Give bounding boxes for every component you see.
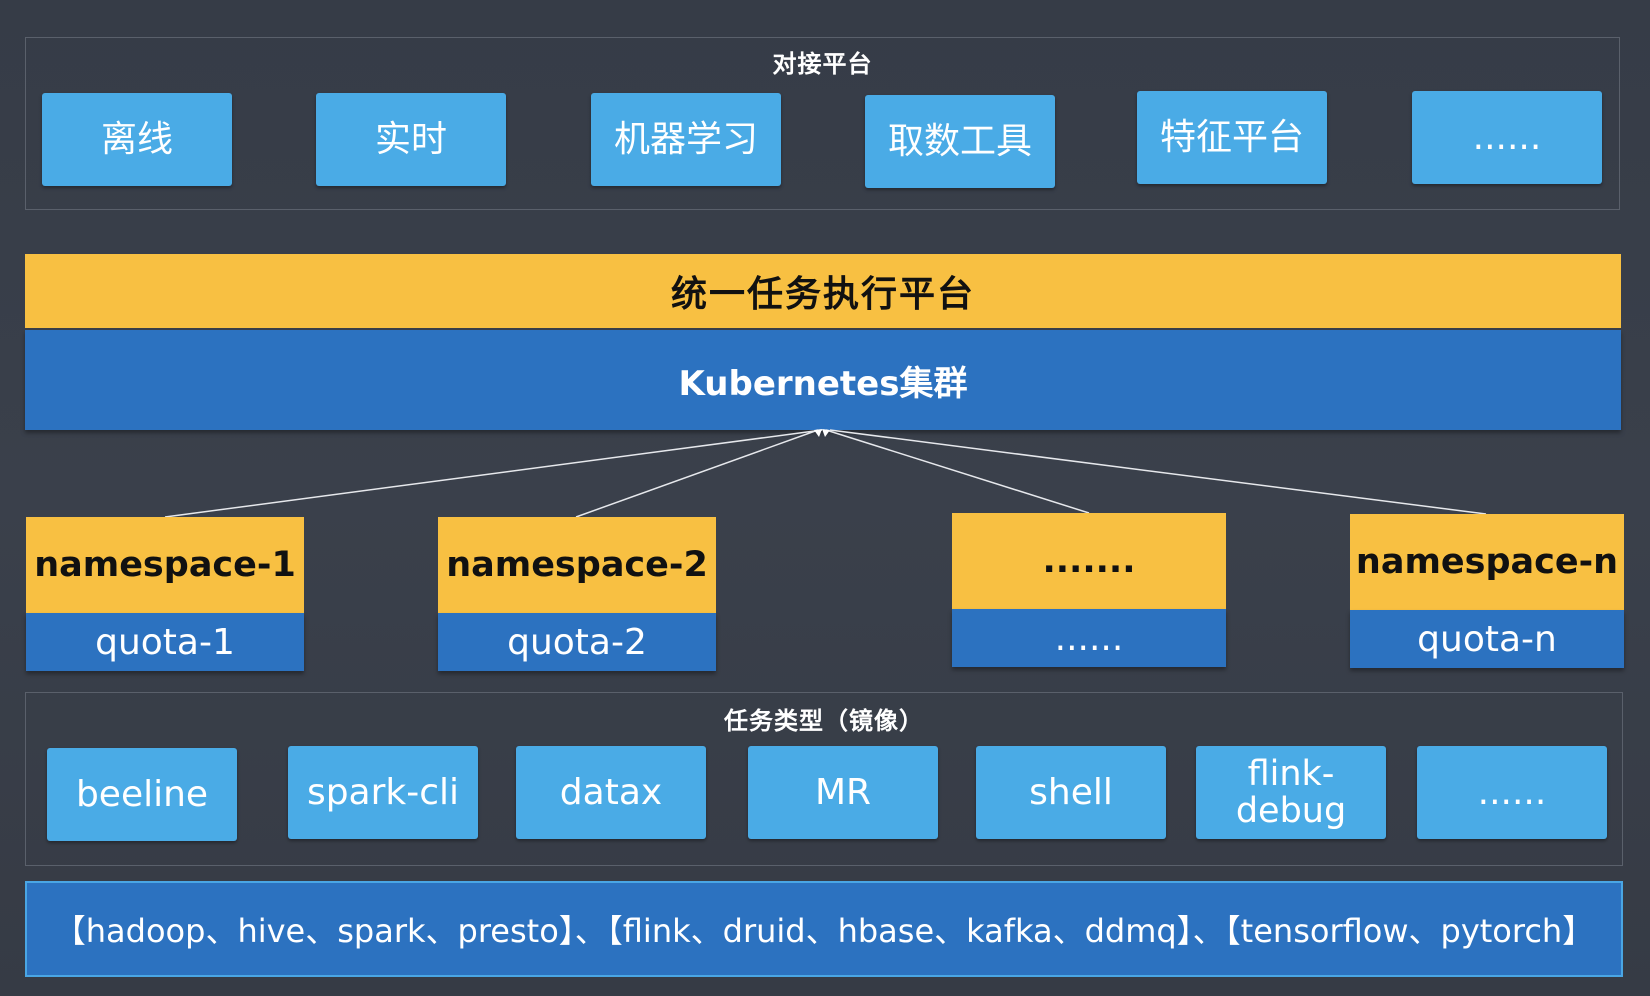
integration-item-data-tool: 取数工具 <box>865 95 1055 188</box>
task-type-mr: MR <box>748 746 938 839</box>
namespace-2-name: namespace-2 <box>438 517 716 613</box>
integration-item-feature-platform: 特征平台 <box>1137 91 1327 184</box>
connector-namespace-ellipsis <box>825 429 1090 514</box>
task-type-spark-cli: spark-cli <box>288 746 478 839</box>
task-type-datax: datax <box>516 746 706 839</box>
integration-item-realtime: 实时 <box>316 93 506 186</box>
namespace-1-block: namespace-1 quota-1 <box>26 517 304 671</box>
task-types-panel-title: 任务类型（镜像） <box>724 707 924 735</box>
namespace-n-block: namespace-n quota-n <box>1350 514 1624 668</box>
integration-item-ml: 机器学习 <box>591 93 781 186</box>
namespace-2-block: namespace-2 quota-2 <box>438 517 716 671</box>
integration-panel-title: 对接平台 <box>772 50 873 78</box>
connector-namespace-1 <box>164 429 823 518</box>
namespace-ellipsis-block: ....... ...... <box>952 513 1226 667</box>
integration-item-more: ...... <box>1412 91 1602 184</box>
integration-panel: 对接平台 <box>25 37 1620 210</box>
task-type-flink-debug: flink-debug <box>1196 746 1386 839</box>
namespace-ellipsis-quota: ...... <box>952 609 1226 667</box>
unified-platform-bar: 统一任务执行平台 <box>25 254 1621 328</box>
namespace-n-quota: quota-n <box>1350 610 1624 668</box>
namespace-2-quota: quota-2 <box>438 613 716 671</box>
connector-arrowhead-right <box>822 429 830 437</box>
namespace-n-name: namespace-n <box>1350 514 1624 610</box>
task-type-more: ...... <box>1417 746 1607 839</box>
namespace-1-name: namespace-1 <box>26 517 304 613</box>
task-type-beeline: beeline <box>47 748 237 841</box>
base-components-bar: 【hadoop、hive、spark、presto】、【flink、druid、… <box>25 881 1623 977</box>
connector-namespace-n <box>829 429 1487 515</box>
namespace-ellipsis-name: ....... <box>952 513 1226 609</box>
integration-item-offline: 离线 <box>42 93 232 186</box>
connector-arrowhead-left <box>814 429 822 437</box>
task-type-shell: shell <box>976 746 1166 839</box>
kubernetes-cluster-bar: Kubernetes集群 <box>25 330 1621 430</box>
connector-namespace-2 <box>575 429 819 518</box>
namespace-1-quota: quota-1 <box>26 613 304 671</box>
